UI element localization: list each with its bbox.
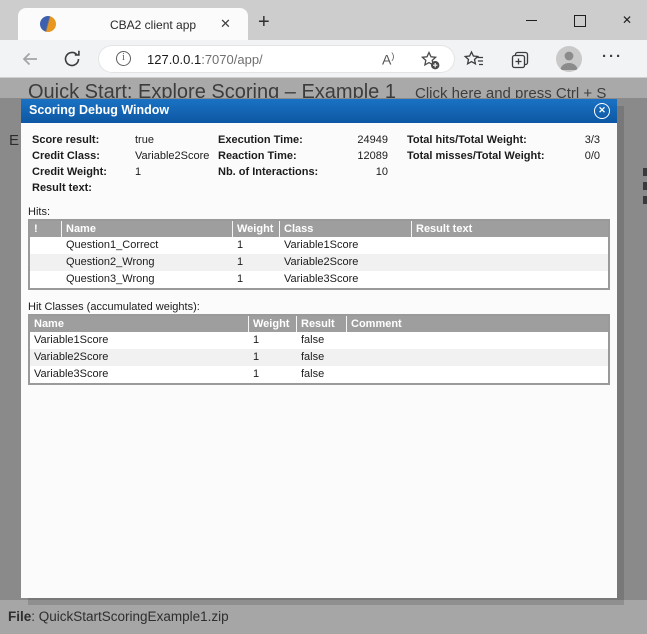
file-status-bar: File: QuickStartScoringExample1.zip bbox=[0, 600, 647, 634]
tab-strip: CBA2 client app ✕ + ✕ bbox=[0, 0, 647, 40]
window-close-button[interactable]: ✕ bbox=[604, 0, 647, 40]
nb-interactions-value: 10 bbox=[301, 166, 388, 178]
hits-col-class: Class bbox=[280, 221, 412, 237]
credit-weight-value: 1 bbox=[135, 166, 141, 178]
maximize-icon bbox=[574, 15, 586, 27]
hits-col-result: Result text bbox=[412, 221, 608, 237]
tab-close-icon[interactable]: ✕ bbox=[220, 16, 231, 32]
hits-caption: Hits: bbox=[28, 206, 50, 218]
score-result-value: true bbox=[135, 134, 154, 146]
execution-time-value: 24949 bbox=[301, 134, 388, 146]
add-favorite-icon[interactable] bbox=[420, 50, 440, 70]
scoring-debug-window: Scoring Debug Window ✕ Score result: tru… bbox=[21, 99, 617, 598]
page-top-strip: Quick Start: Explore Scoring – Example 1… bbox=[0, 78, 647, 98]
score-result-label: Score result: bbox=[32, 134, 99, 146]
site-favicon-icon bbox=[40, 16, 56, 32]
favorites-hub-icon[interactable] bbox=[463, 49, 485, 71]
table-row[interactable]: Variable2Score 1 false bbox=[30, 349, 608, 366]
table-row[interactable]: Question3_Wrong 1 Variable3Score bbox=[30, 271, 608, 288]
classes-col-result: Result bbox=[297, 316, 347, 332]
minimize-icon bbox=[526, 20, 537, 21]
hits-col-flag: ! bbox=[30, 221, 62, 237]
total-hits-value: 3/3 bbox=[541, 134, 600, 146]
url-text[interactable]: 127.0.0.1:7070/app/ bbox=[147, 52, 263, 67]
hit-classes-caption: Hit Classes (accumulated weights): bbox=[28, 301, 200, 313]
table-row[interactable]: Question1_Correct 1 Variable1Score bbox=[30, 237, 608, 254]
hits-col-name: Name bbox=[62, 221, 233, 237]
total-misses-value: 0/0 bbox=[541, 150, 600, 162]
url-host: 127.0.0.1 bbox=[147, 52, 201, 67]
clipped-text-fragment bbox=[643, 196, 647, 204]
url-path: :7070/app/ bbox=[201, 52, 262, 67]
credit-class-label: Credit Class: bbox=[32, 150, 100, 162]
hits-table-header: ! Name Weight Class Result text bbox=[30, 221, 608, 237]
dialog-body: Score result: true Credit Class: Variabl… bbox=[21, 123, 617, 598]
hits-col-weight: Weight bbox=[233, 221, 280, 237]
clipped-text-fragment bbox=[643, 182, 647, 190]
collections-icon[interactable] bbox=[510, 50, 530, 70]
table-row[interactable]: Variable1Score 1 false bbox=[30, 332, 608, 349]
page-hint-text: Click here and press Ctrl + S bbox=[415, 85, 606, 98]
window-maximize-button[interactable] bbox=[557, 0, 603, 40]
table-row[interactable]: Question2_Wrong 1 Variable2Score bbox=[30, 254, 608, 271]
clipped-text-fragment bbox=[643, 168, 647, 176]
clipped-page-text: E bbox=[9, 132, 19, 149]
total-misses-label: Total misses/Total Weight: bbox=[407, 150, 545, 162]
classes-col-comment: Comment bbox=[347, 316, 608, 332]
hits-table: ! Name Weight Class Result text Question… bbox=[28, 219, 610, 290]
credit-class-value: Variable2Score bbox=[135, 150, 209, 162]
table-row[interactable]: Variable3Score 1 false bbox=[30, 366, 608, 383]
reaction-time-label: Reaction Time: bbox=[218, 150, 297, 162]
hit-classes-table: Name Weight Result Comment Variable1Scor… bbox=[28, 314, 610, 385]
person-icon bbox=[556, 46, 582, 72]
dialog-titlebar[interactable]: Scoring Debug Window ✕ bbox=[21, 99, 617, 123]
execution-time-label: Execution Time: bbox=[218, 134, 303, 146]
site-info-icon[interactable]: i bbox=[116, 51, 131, 66]
new-tab-button[interactable]: + bbox=[258, 11, 270, 34]
result-text-label: Result text: bbox=[32, 182, 92, 194]
window-minimize-button[interactable] bbox=[508, 0, 554, 40]
dialog-close-button[interactable]: ✕ bbox=[594, 103, 610, 119]
refresh-button-icon[interactable] bbox=[62, 49, 82, 69]
hit-classes-table-header: Name Weight Result Comment bbox=[30, 316, 608, 332]
page-heading: Quick Start: Explore Scoring – Example 1 bbox=[28, 81, 396, 98]
dialog-title: Scoring Debug Window bbox=[29, 103, 169, 117]
classes-col-weight: Weight bbox=[249, 316, 297, 332]
profile-avatar[interactable] bbox=[556, 46, 582, 72]
total-hits-label: Total hits/Total Weight: bbox=[407, 134, 527, 146]
credit-weight-label: Credit Weight: bbox=[32, 166, 107, 178]
back-button-icon[interactable] bbox=[20, 49, 40, 69]
tab-title: CBA2 client app bbox=[110, 18, 196, 32]
reaction-time-value: 12089 bbox=[301, 150, 388, 162]
file-name-text: File: QuickStartScoringExample1.zip bbox=[8, 609, 229, 624]
settings-more-button[interactable]: ··· bbox=[602, 48, 623, 65]
read-aloud-icon[interactable]: A) bbox=[382, 51, 394, 68]
classes-col-name: Name bbox=[30, 316, 249, 332]
